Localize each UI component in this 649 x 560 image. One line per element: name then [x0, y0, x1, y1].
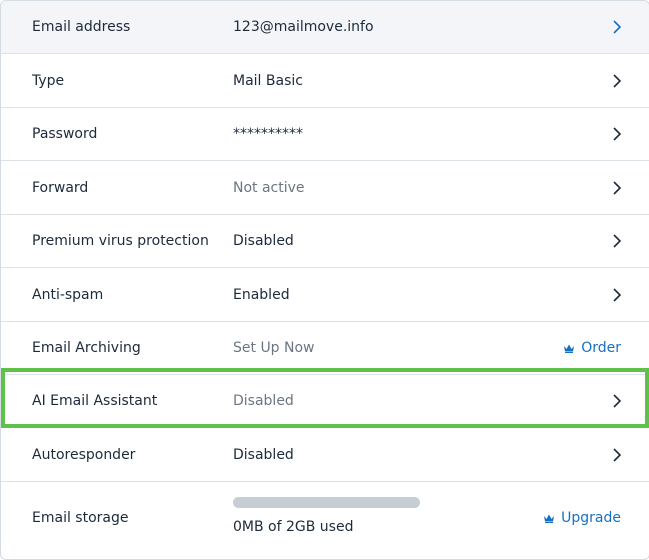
chevron-right-icon[interactable] — [611, 393, 623, 409]
storage-usage-text: 0MB of 2GB used — [233, 519, 354, 535]
row-label: Autoresponder — [32, 446, 136, 463]
row-premium-virus-protection[interactable]: Premium virus protection Disabled — [1, 215, 649, 268]
row-label: Forward — [32, 179, 89, 196]
order-link-label: Order — [581, 340, 621, 356]
crown-icon — [543, 513, 555, 523]
row-value: Mail Basic — [233, 72, 303, 89]
row-value: ********** — [233, 126, 303, 142]
chevron-right-icon[interactable] — [611, 180, 623, 196]
row-label: Email storage — [32, 510, 129, 526]
row-email-address[interactable]: Email address 123@mailmove.info — [1, 1, 649, 54]
row-label: Password — [32, 126, 98, 142]
row-label: Anti-spam — [32, 286, 104, 303]
row-type[interactable]: Type Mail Basic — [1, 54, 649, 108]
row-password[interactable]: Password ********** — [1, 108, 649, 161]
row-email-archiving: Email Archiving Set Up Now Order — [1, 322, 649, 375]
row-label: Email address — [32, 19, 131, 35]
storage-progress-bar — [233, 497, 420, 508]
row-autoresponder[interactable]: Autoresponder Disabled — [1, 428, 649, 482]
row-label: AI Email Assistant — [32, 393, 158, 409]
chevron-right-icon[interactable] — [611, 287, 623, 303]
row-value: Set Up Now — [233, 340, 315, 356]
order-link[interactable]: Order — [563, 340, 621, 356]
row-value: 123@mailmove.info — [233, 19, 374, 35]
row-forward[interactable]: Forward Not active — [1, 161, 649, 215]
row-label: Email Archiving — [32, 340, 141, 356]
chevron-right-icon[interactable] — [611, 447, 623, 463]
chevron-right-icon[interactable] — [611, 73, 623, 89]
crown-icon — [563, 343, 575, 353]
row-value: Disabled — [233, 446, 294, 463]
row-value: Disabled — [233, 393, 294, 409]
email-settings-panel: Email address 123@mailmove.info Type Mai… — [0, 0, 649, 560]
row-label: Type — [32, 72, 65, 89]
row-ai-email-assistant[interactable]: AI Email Assistant Disabled — [1, 375, 649, 428]
row-value: Disabled — [233, 233, 294, 249]
row-anti-spam[interactable]: Anti-spam Enabled — [1, 268, 649, 322]
row-label: Premium virus protection — [32, 233, 209, 249]
chevron-right-icon[interactable] — [611, 126, 623, 142]
chevron-right-icon[interactable] — [611, 233, 623, 249]
chevron-right-icon[interactable] — [611, 19, 623, 35]
row-value: Not active — [233, 179, 305, 196]
upgrade-link-label: Upgrade — [561, 510, 621, 526]
row-value: Enabled — [233, 286, 290, 303]
upgrade-link[interactable]: Upgrade — [543, 510, 621, 526]
